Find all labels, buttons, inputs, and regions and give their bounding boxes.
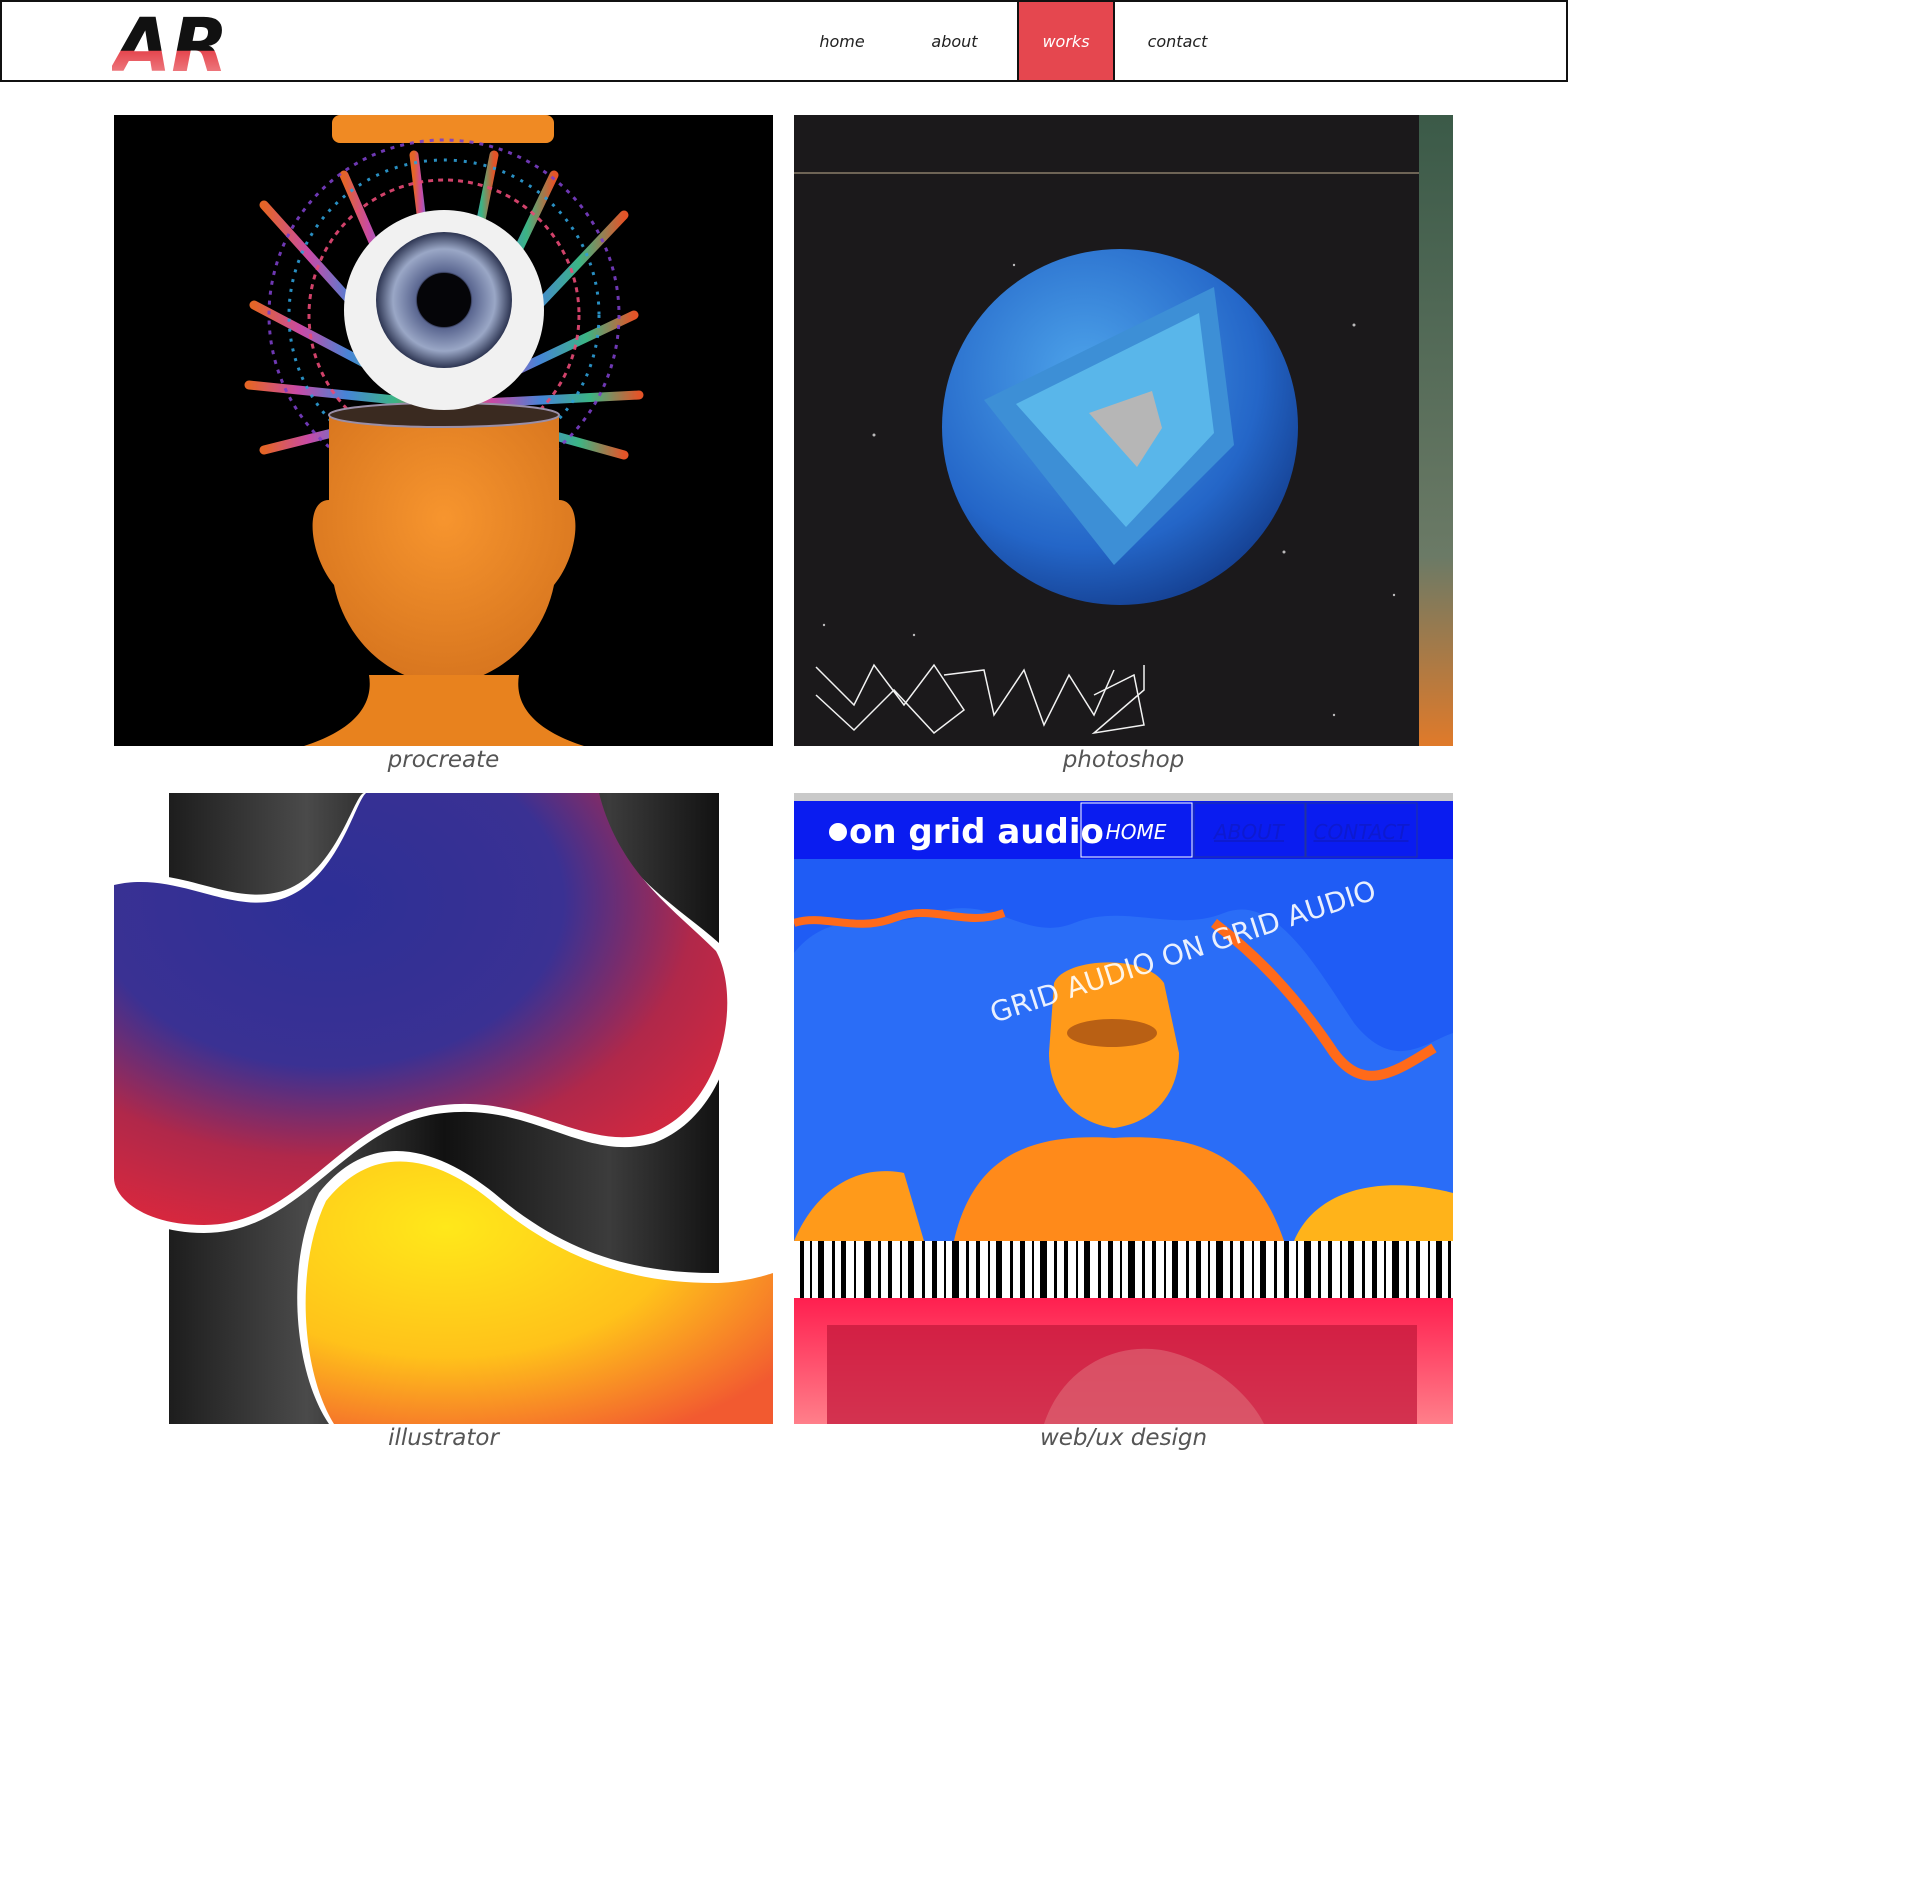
top-navigation: AR home about works contact <box>0 0 1568 82</box>
web-ux-artwork[interactable]: on grid audio HOME ABOUT CONTACT GRID AU… <box>794 793 1453 1424</box>
planet-artwork-icon <box>794 115 1453 746</box>
illustrator-artwork[interactable] <box>114 793 773 1424</box>
procreate-artwork[interactable] <box>114 115 773 746</box>
gradient-blob-artwork-icon <box>114 793 773 1424</box>
photoshop-artwork[interactable] <box>794 115 1453 746</box>
website-mockup-icon: on grid audio HOME ABOUT CONTACT GRID AU… <box>794 793 1453 1424</box>
logo-mark-icon: AR <box>112 4 228 78</box>
eye-head-artwork-icon <box>244 115 644 746</box>
procreate-caption: procreate <box>387 747 500 773</box>
main-menu: home about works contact <box>792 2 1240 80</box>
site-nav-contact: CONTACT <box>1314 820 1411 844</box>
nav-home-link[interactable]: home <box>792 2 892 80</box>
nav-works-link[interactable]: works <box>1017 2 1115 80</box>
illustrator-caption: illustrator <box>388 1425 499 1451</box>
ar-logo[interactable]: AR <box>112 4 247 78</box>
site-nav-about: ABOUT <box>1212 820 1286 844</box>
web-ux-caption: web/ux design <box>1039 1425 1208 1451</box>
site-nav-home: HOME <box>1106 820 1167 844</box>
site-title: on grid audio <box>849 812 1104 852</box>
nav-contact-link[interactable]: contact <box>1115 2 1240 80</box>
nav-about-link[interactable]: about <box>892 2 1017 80</box>
logo-text: AR <box>112 4 228 78</box>
photoshop-caption: photoshop <box>1062 747 1185 773</box>
